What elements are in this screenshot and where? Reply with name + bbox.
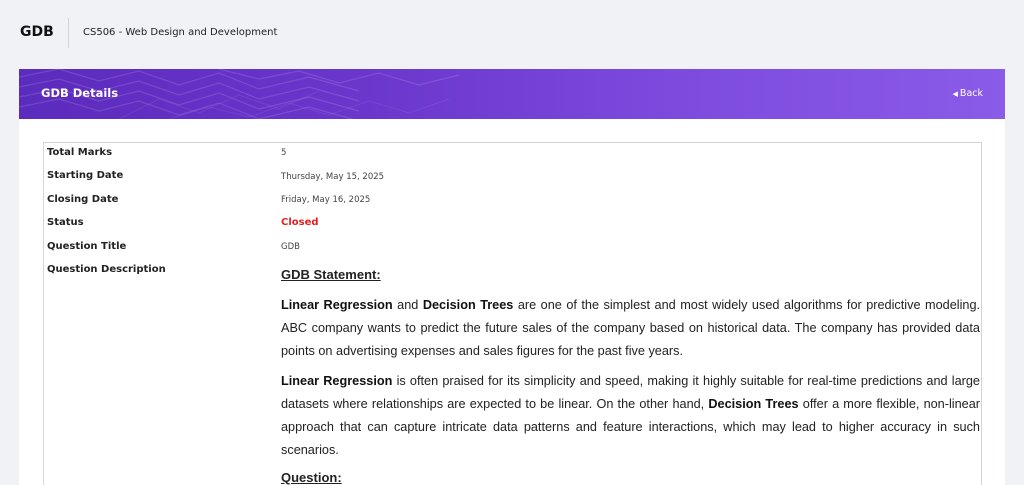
term-linear-regression: Linear Regression [281, 374, 393, 388]
total-marks-label: Total Marks [47, 147, 113, 158]
top-title: GDB [20, 24, 54, 40]
course-title: CS506 - Web Design and Development [83, 27, 278, 38]
status-label: Status [47, 217, 84, 228]
card-title: GDB Details [41, 86, 119, 100]
back-button[interactable]: ◀ Back [953, 88, 983, 99]
question-description-label: Question Description [47, 264, 166, 275]
caret-left-icon: ◀ [952, 90, 958, 98]
status-badge: Closed [281, 217, 319, 228]
card-header: GDB Details ◀ Back [19, 69, 1005, 119]
top-divider [68, 18, 69, 48]
total-marks-value: 5 [281, 148, 287, 158]
gdb-details-card: GDB Details ◀ Back Total Marks 5 Starting… [19, 69, 1005, 485]
term-decision-trees: Decision Trees [708, 397, 799, 411]
paragraph-text: and [392, 298, 423, 312]
question-heading: Question: [281, 470, 342, 485]
top-bar: GDB CS506 - Web Design and Development [0, 0, 1024, 68]
closing-date-value: Friday, May 16, 2025 [281, 195, 371, 205]
gdb-statement-heading: GDB Statement: [281, 267, 381, 282]
term-decision-trees: Decision Trees [422, 298, 514, 312]
question-title-value: GDB [281, 242, 300, 252]
description-paragraph-2: Linear Regression is often praised for i… [281, 370, 980, 462]
question-title-label: Question Title [47, 241, 127, 252]
starting-date-label: Starting Date [47, 170, 124, 181]
closing-date-label: Closing Date [47, 194, 119, 205]
back-label: Back [959, 88, 983, 99]
starting-date-value: Thursday, May 15, 2025 [281, 172, 385, 182]
details-table: Total Marks 5 Starting Date Thursday, Ma… [43, 142, 982, 485]
description-paragraph-1: Linear Regression and Decision Trees are… [281, 294, 980, 363]
term-linear-regression: Linear Regression [281, 298, 393, 312]
header-wave-pattern [19, 69, 460, 119]
